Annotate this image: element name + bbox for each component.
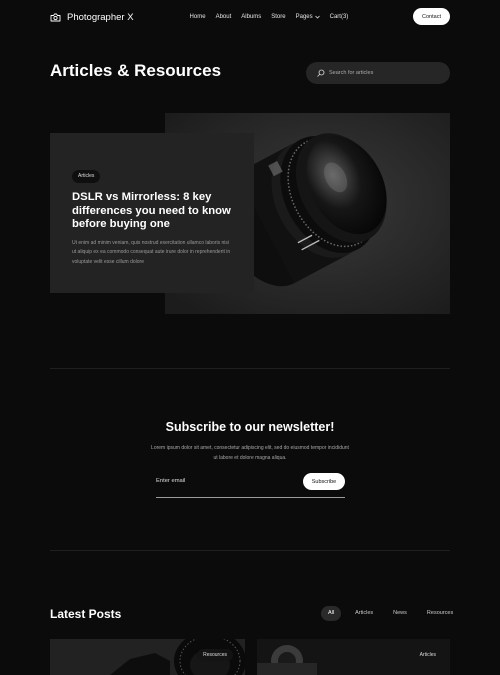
- article-tag[interactable]: Articles: [72, 170, 101, 183]
- post-card[interactable]: Resources: [50, 639, 245, 675]
- search-bar[interactable]: [306, 62, 450, 84]
- search-input[interactable]: [329, 70, 429, 76]
- brand-name: Photographer X: [67, 11, 134, 23]
- newsletter-form: Subscribe: [156, 471, 345, 498]
- post-tag[interactable]: Resources: [197, 649, 233, 661]
- nav-item-albums[interactable]: Albums: [241, 14, 261, 20]
- nav-pages-label: Pages: [295, 14, 313, 20]
- latest-posts-title: Latest Posts: [50, 607, 122, 621]
- post-tag[interactable]: Articles: [413, 649, 442, 661]
- subscribe-button[interactable]: Subscribe: [303, 473, 345, 490]
- nav-item-home[interactable]: Home: [190, 14, 206, 20]
- post-card[interactable]: Articles: [257, 639, 450, 675]
- featured-article-card[interactable]: Articles DSLR vs Mirrorless: 8 key diffe…: [50, 133, 254, 293]
- nav-item-pages[interactable]: Pages: [296, 14, 320, 20]
- nav-item-cart[interactable]: Cart(3): [330, 14, 349, 20]
- featured-article-title[interactable]: DSLR vs Mirrorless: 8 key differences yo…: [72, 191, 232, 232]
- chevron-down-icon: [314, 15, 320, 19]
- filter-resources[interactable]: Resources: [417, 606, 463, 621]
- main-nav: Home About Albums Store Pages Cart(3): [190, 14, 349, 20]
- filter-news[interactable]: News: [383, 606, 417, 621]
- featured-article-excerpt: Ut enim ad minim veniam, quis nostrud ex…: [72, 239, 231, 265]
- post-filters: All Articles News Resources: [321, 606, 463, 621]
- nav-item-about[interactable]: About: [216, 14, 232, 20]
- newsletter-title: Subscribe to our newsletter!: [165, 420, 335, 434]
- section-divider: [50, 550, 450, 551]
- camera-icon: [50, 13, 61, 21]
- nav-item-store[interactable]: Store: [271, 14, 285, 20]
- search-icon: [317, 69, 325, 77]
- filter-articles[interactable]: Articles: [345, 606, 383, 621]
- contact-button[interactable]: Contact: [413, 8, 450, 25]
- section-divider: [50, 368, 450, 369]
- filter-all[interactable]: All: [321, 606, 342, 621]
- email-field[interactable]: [156, 478, 296, 484]
- site-header: Photographer X Home About Albums Store P…: [50, 8, 450, 26]
- page-title: Articles & Resources: [50, 61, 222, 80]
- brand-logo[interactable]: Photographer X: [50, 12, 134, 23]
- newsletter-description: Lorem ipsum dolor sit amet, consectetur …: [151, 445, 349, 461]
